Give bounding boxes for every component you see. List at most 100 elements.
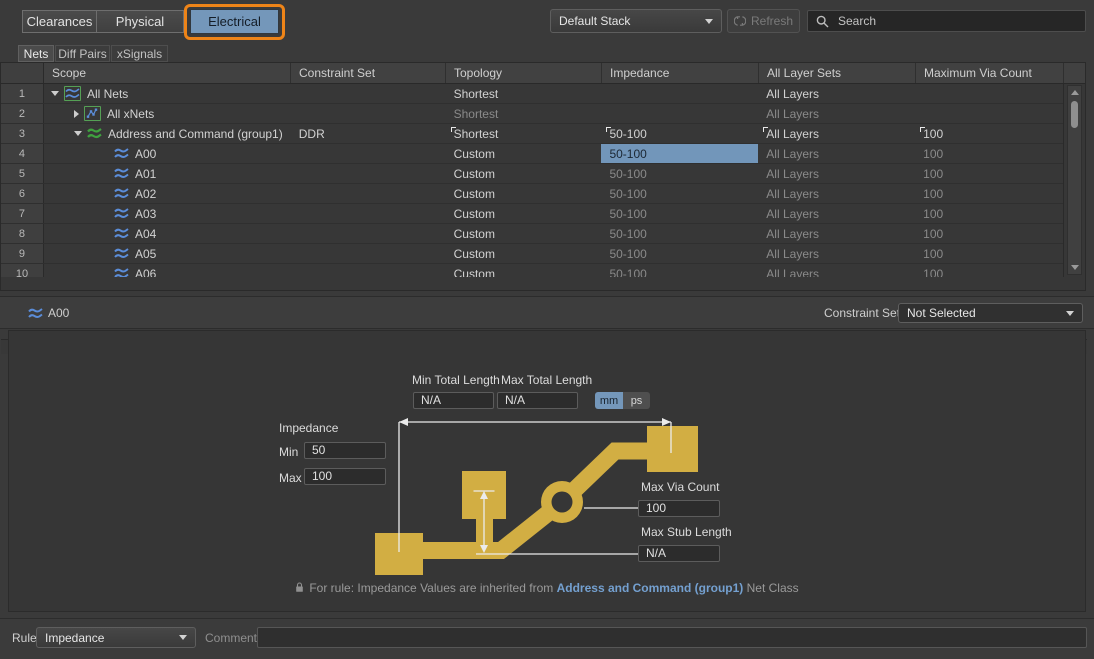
min-total-length-field[interactable]: N/A [413,392,494,409]
tab-electrical[interactable]: Electrical [190,9,279,34]
grid-cell[interactable] [291,224,446,243]
table-row[interactable]: 10A06Custom50-100All Layers100 [1,264,1063,277]
grid-cell[interactable]: 100 [915,124,1063,143]
grid-cell[interactable] [915,104,1063,123]
column-header-topology[interactable]: Topology [446,63,602,83]
scope-cell[interactable]: A05 [44,244,291,263]
grid-cell[interactable]: 100 [915,264,1063,277]
scope-cell[interactable]: A03 [44,204,291,223]
grid-cell[interactable] [601,84,758,103]
tab-physical[interactable]: Physical [96,10,184,33]
vscroll-thumb[interactable] [1071,101,1078,128]
table-row[interactable]: 6A02Custom50-100All Layers100 [1,184,1063,204]
column-header-all-layer-sets[interactable]: All Layer Sets [759,63,916,83]
max-stub-length-field[interactable]: N/A [638,545,720,562]
grid-cell[interactable]: All Layers [758,124,915,143]
grid-cell[interactable]: 100 [915,184,1063,203]
tab-diff-pairs[interactable]: Diff Pairs [55,45,110,62]
scope-cell[interactable]: A04 [44,224,291,243]
refresh-button[interactable]: Refresh [727,9,800,33]
column-header-constraint-set[interactable]: Constraint Set [291,63,446,83]
scope-cell[interactable]: A01 [44,164,291,183]
comment-input[interactable] [257,627,1087,648]
expand-collapse-icon[interactable] [51,91,59,96]
scope-cell[interactable]: All Nets [44,84,291,103]
table-row[interactable]: 5A01Custom50-100All Layers100 [1,164,1063,184]
grid-cell[interactable]: 50-100 [601,184,758,203]
grid-cell[interactable]: Shortest [446,104,602,123]
column-header-maximum-via-count[interactable]: Maximum Via Count [916,63,1064,83]
grid-cell[interactable]: Custom [446,244,602,263]
table-row[interactable]: 3Address and Command (group1)DDRShortest… [1,124,1063,144]
grid-cell[interactable] [291,104,446,123]
constraint-set-dropdown[interactable]: Not Selected [898,303,1083,323]
grid-cell[interactable]: Custom [446,224,602,243]
rule-dropdown[interactable]: Impedance [36,627,196,648]
grid-cell[interactable] [291,264,446,277]
column-header-impedance[interactable]: Impedance [602,63,759,83]
scope-cell[interactable]: A00 [44,144,291,163]
grid-cell[interactable]: All Layers [758,264,915,277]
unit-ps-button[interactable]: ps [623,392,650,409]
max-via-count-field[interactable]: 100 [638,500,720,517]
grid-cell[interactable]: All Layers [758,104,915,123]
tab-clearances[interactable]: Clearances [22,10,97,33]
grid-cell[interactable]: Shortest [446,124,602,143]
table-row[interactable]: 4A00Custom50-100All Layers100 [1,144,1063,164]
unit-mm-button[interactable]: mm [595,392,623,409]
vertical-scrollbar[interactable] [1067,85,1082,275]
grid-cell[interactable] [291,244,446,263]
grid-cell[interactable]: All Layers [758,84,915,103]
grid-cell[interactable] [291,84,446,103]
grid-cell[interactable]: 100 [915,244,1063,263]
scope-cell[interactable]: A06 [44,264,291,277]
tab-nets[interactable]: Nets [18,45,54,62]
table-row[interactable]: 7A03Custom50-100All Layers100 [1,204,1063,224]
expand-collapse-icon[interactable] [74,110,79,118]
grid-cell[interactable]: Custom [446,264,602,277]
grid-cell[interactable]: Custom [446,184,602,203]
grid-cell[interactable] [291,144,446,163]
expand-collapse-icon[interactable] [74,131,82,136]
grid-cell[interactable] [291,184,446,203]
grid-cell[interactable] [291,204,446,223]
grid-cell[interactable]: All Layers [758,184,915,203]
scope-cell[interactable]: A02 [44,184,291,203]
scroll-up-icon[interactable] [1071,90,1079,95]
note-net-class-link[interactable]: Address and Command (group1) [557,581,744,595]
tab-xsignals[interactable]: xSignals [111,45,168,62]
grid-cell[interactable]: All Layers [758,244,915,263]
scope-cell[interactable]: All xNets [44,104,291,123]
grid-cell[interactable]: All Layers [758,144,915,163]
scope-cell[interactable]: Address and Command (group1) [44,124,291,143]
grid-cell[interactable]: Custom [446,204,602,223]
search-box[interactable] [807,10,1086,32]
table-row[interactable]: 9A05Custom50-100All Layers100 [1,244,1063,264]
grid-cell[interactable]: 50-100 [601,144,758,163]
grid-cell[interactable]: 100 [915,224,1063,243]
grid-cell[interactable] [915,84,1063,103]
stack-selector-dropdown[interactable]: Default Stack [550,9,722,33]
grid-cell[interactable] [291,164,446,183]
grid-cell[interactable]: 50-100 [601,164,758,183]
grid-cell[interactable]: 50-100 [601,264,758,277]
table-row[interactable]: 2All xNetsShortestAll Layers [1,104,1063,124]
grid-cell[interactable]: 50-100 [601,224,758,243]
search-input[interactable] [836,13,1085,29]
grid-cell[interactable]: 50-100 [601,204,758,223]
grid-cell[interactable]: Custom [446,144,602,163]
grid-cell[interactable]: All Layers [758,224,915,243]
grid-cell[interactable]: Custom [446,164,602,183]
column-header-scope[interactable]: Scope [44,63,291,83]
grid-cell[interactable] [601,104,758,123]
max-total-length-field[interactable]: N/A [497,392,578,409]
grid-cell[interactable]: 50-100 [601,244,758,263]
scroll-down-icon[interactable] [1071,265,1079,270]
grid-cell[interactable]: Shortest [446,84,602,103]
grid-cell[interactable]: 100 [915,164,1063,183]
grid-cell[interactable]: 100 [915,144,1063,163]
grid-cell[interactable]: DDR [291,124,446,143]
grid-cell[interactable]: 100 [915,204,1063,223]
grid-cell[interactable]: All Layers [758,164,915,183]
grid-cell[interactable]: All Layers [758,204,915,223]
